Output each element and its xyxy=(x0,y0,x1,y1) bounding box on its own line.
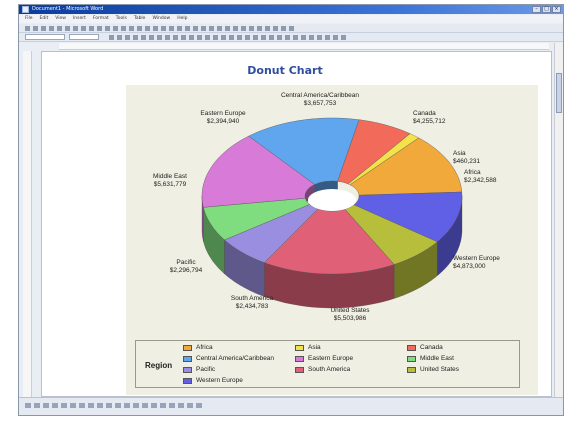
donut-hole xyxy=(308,189,356,211)
slice-value-asia: $460,231 xyxy=(453,158,480,165)
legend-title: Region xyxy=(145,361,173,370)
legend-swatch xyxy=(407,366,416,373)
legend-swatch xyxy=(295,366,304,373)
legend-item-western-europe: Western Europe xyxy=(183,377,243,384)
legend-item-africa: Africa xyxy=(183,344,213,351)
legend-swatch xyxy=(295,344,304,351)
legend-item-south-america: South America xyxy=(295,366,350,373)
slice-label-canada: Canada xyxy=(413,110,436,117)
slice-label-middle-east: Middle East xyxy=(153,173,187,180)
slice-value-south-america: $2,434,783 xyxy=(236,303,269,310)
legend-swatch xyxy=(183,366,192,373)
slice-value-central-america-caribbean: $3,657,753 xyxy=(304,100,337,107)
slice-label-africa: Africa xyxy=(464,169,481,176)
legend-item-eastern-europe: Eastern Europe xyxy=(295,355,353,362)
slice-value-middle-east: $5,631,779 xyxy=(154,181,187,188)
legend-item-canada: Canada xyxy=(407,344,443,351)
slice-label-eastern-europe: Eastern Europe xyxy=(200,110,246,117)
legend-item-central-america: Central America/Caribbean xyxy=(183,355,274,362)
legend-swatch xyxy=(183,377,192,384)
legend-swatch xyxy=(183,355,192,362)
slice-label-western-europe: Western Europe xyxy=(453,255,500,262)
slice-value-western-europe: $4,873,000 xyxy=(453,263,486,270)
legend-swatch xyxy=(295,355,304,362)
slice-value-united-states: $5,503,986 xyxy=(334,315,367,322)
legend-swatch xyxy=(183,344,192,351)
legend-item-asia: Asia xyxy=(295,344,321,351)
legend-item-united-states: United States xyxy=(407,366,459,373)
legend-item-middle-east: Middle East xyxy=(407,355,454,362)
slice-label-south-america: South America xyxy=(231,295,274,302)
legend-swatch xyxy=(407,355,416,362)
slice-value-eastern-europe: $2,394,940 xyxy=(207,118,240,125)
legend-swatch xyxy=(407,344,416,351)
slice-value-pacific: $2,296,794 xyxy=(170,267,203,274)
slice-label-central-america-caribbean: Central America/Caribbean xyxy=(281,92,359,99)
slice-value-canada: $4,255,712 xyxy=(413,118,446,125)
legend-item-pacific: Pacific xyxy=(183,366,215,373)
slice-value-africa: $2,342,588 xyxy=(464,177,497,184)
slice-label-united-states: United States xyxy=(330,307,370,314)
slice-label-pacific: Pacific xyxy=(176,259,196,266)
slice-label-asia: Asia xyxy=(453,150,466,157)
